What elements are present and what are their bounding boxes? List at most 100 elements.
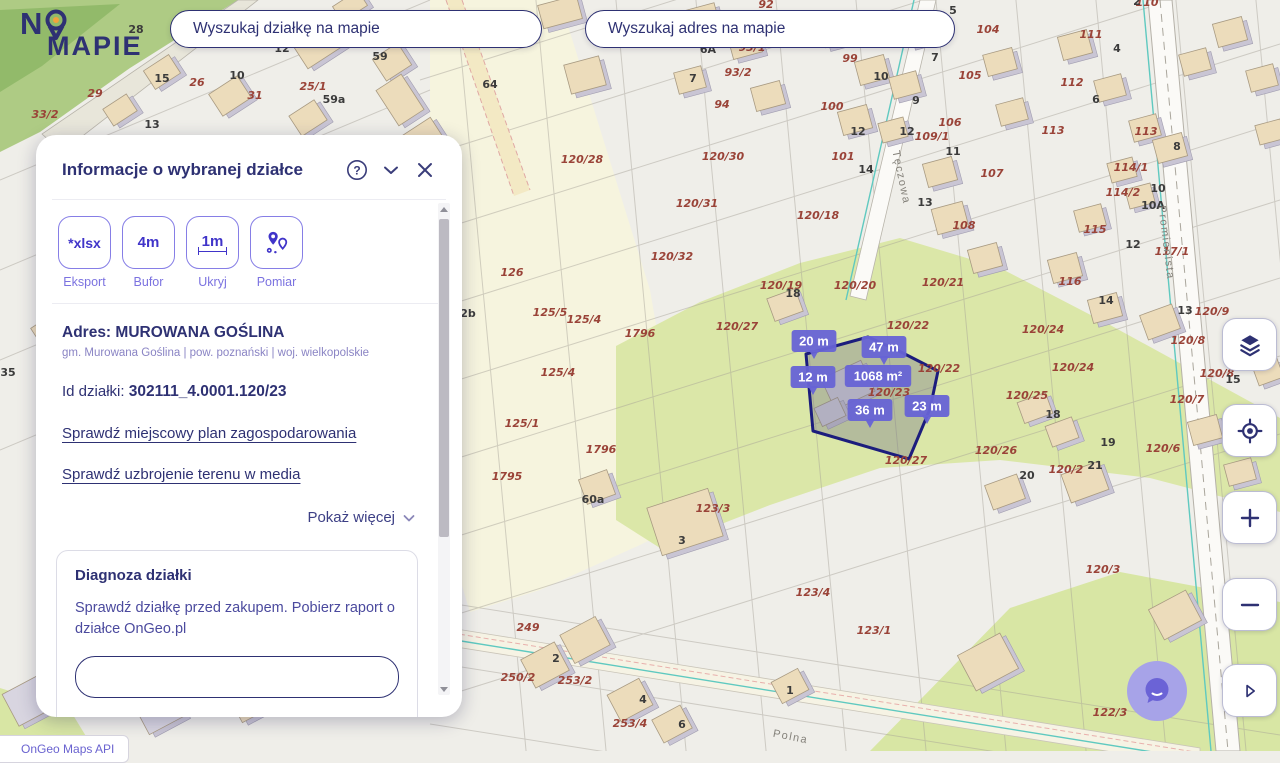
parcel-number-label: 125/4 [541, 366, 576, 379]
parcel-number-label: 249 [517, 621, 540, 634]
collapse-chevron-icon[interactable] [378, 157, 404, 183]
parcel-number-label: 120/32 [651, 250, 694, 263]
parcel-number-label: 1796 [625, 327, 656, 340]
parcel-number-label: 120/28 [561, 153, 604, 166]
house-number-label: 59a [323, 93, 346, 106]
house-number-label: 12 [899, 125, 914, 138]
house-number-label: 4 [1113, 42, 1121, 55]
diagnosis-body: Sprawdź działkę przed zakupem. Pobierz r… [75, 600, 395, 638]
panel-title: Informacje o wybranej działce [62, 160, 303, 179]
house-number-label: 12 [1125, 238, 1140, 251]
chat-widget-button[interactable] [1127, 661, 1187, 721]
play-triangle-icon [1245, 684, 1255, 697]
house-number-label: 13 [917, 196, 932, 209]
zoom-out-button[interactable] [1222, 578, 1277, 631]
house-number-label: 8 [1173, 140, 1181, 153]
zoom-in-button[interactable] [1222, 491, 1277, 544]
house-number-label: 19 [1100, 436, 1115, 449]
parcel-number-label: 120/8 [1171, 334, 1206, 347]
parcel-id-value: 302111_4.0001.120/23 [128, 383, 287, 400]
parcel-number-label: 120/22 [918, 362, 961, 375]
link-utilities[interactable]: Sprawdź uzbrojenie terenu w media [62, 466, 418, 483]
parcel-number-label: 120/30 [702, 150, 745, 163]
parcel-number-label: 26 [189, 76, 205, 89]
house-number-label: 60a [582, 493, 605, 506]
parcel-number-label: 120/18 [797, 209, 840, 222]
locate-icon [1237, 418, 1262, 443]
parcel-number-label: 125/4 [567, 313, 602, 326]
parcel-number-label: 113 [1042, 124, 1065, 137]
house-number-label: 10 [229, 69, 245, 82]
parcel-number-label: 120/26 [975, 444, 1018, 457]
parcel-number-label: 120/27 [885, 454, 928, 467]
parcel-number-label: 120/6 [1146, 442, 1181, 455]
buffer-caption: Bufor [133, 275, 164, 289]
house-number-label: 6 [1092, 93, 1100, 106]
buffer-button[interactable]: 4m [122, 216, 175, 269]
diagnosis-card: Diagnoza działki Sprawdź działkę przed z… [56, 550, 418, 717]
parcel-number-label: 108 [953, 219, 976, 232]
parcel-number-label: 116 [1059, 275, 1082, 288]
parcel-number-label: 120/24 [1022, 323, 1064, 336]
address-label: Adres: [62, 324, 112, 341]
hide-measure-button[interactable]: 1m [186, 216, 239, 269]
diagnosis-title: Diagnoza działki [75, 567, 192, 584]
show-more-label: Pokaż więcej [307, 509, 395, 526]
parcel-number-label: 1796 [586, 443, 617, 456]
parcel-number-label: 31 [247, 89, 262, 102]
layers-button[interactable] [1222, 318, 1277, 371]
chat-bubble-icon [1145, 678, 1169, 703]
parcel-number-label: 1795 [492, 470, 523, 483]
close-icon[interactable] [412, 157, 438, 183]
parcel-number-label: 125/1 [505, 417, 540, 430]
house-number-label: 20 [1019, 469, 1035, 482]
house-number-label: 13 [144, 118, 159, 131]
parcel-number-label: 29 [87, 87, 103, 100]
house-number-label: 14 [858, 163, 874, 176]
house-number-label: 35 [0, 366, 15, 379]
panel-header: Informacje o wybranej działce ? [36, 135, 462, 195]
app-logo[interactable]: N MAPIE [20, 8, 143, 60]
parcel-number-label: 120/3 [1086, 563, 1121, 576]
parcel-number-label: 94 [714, 98, 729, 111]
map-attribution[interactable]: OnGeo Maps API [0, 735, 130, 763]
export-caption: Eksport [63, 275, 106, 289]
parcel-number-label: 112 [1061, 76, 1084, 89]
parcel-id-label: Id działki: [62, 383, 125, 400]
parcel-number-label: 113 [1135, 125, 1158, 138]
parcel-number-label: 250/2 [501, 671, 536, 684]
search-parcel-input[interactable]: Wyszukaj działkę na mapie [170, 10, 542, 48]
chevron-down-icon [403, 514, 415, 521]
house-number-label: 14 [1098, 294, 1114, 307]
logo-text-line2: MAPIE [47, 31, 143, 61]
measure-button[interactable] [250, 216, 303, 269]
parcel-number-label: 105 [959, 69, 982, 82]
hide-caption: Ukryj [198, 275, 227, 289]
export-xlsx-button[interactable]: *xlsx [58, 216, 111, 269]
svg-text:47 m: 47 m [869, 340, 899, 355]
search-address-input[interactable]: Wyszukaj adres na mapie [585, 10, 955, 48]
parcel-number-label: 125/5 [533, 306, 568, 319]
plus-icon [1240, 508, 1259, 527]
help-icon[interactable]: ? [344, 157, 370, 183]
logo-text-line1: N [20, 6, 44, 41]
panel-scrollbar[interactable] [438, 203, 450, 695]
expand-sidebar-button[interactable] [1222, 664, 1277, 717]
show-more-button[interactable]: Pokaż więcej [36, 509, 416, 526]
house-number-label: 4 [639, 693, 647, 706]
download-report-button[interactable] [75, 656, 399, 699]
house-number-label: 2b [460, 307, 476, 320]
scrollbar-thumb[interactable] [439, 219, 449, 537]
link-zoning-plan[interactable]: Sprawdź miejscowy plan zagospodarowania [62, 425, 418, 442]
scroll-up-arrow[interactable] [438, 203, 450, 215]
house-number-label: 21 [1087, 459, 1102, 472]
parcel-number-label: 253/2 [558, 674, 593, 687]
parcel-number-label: 107 [981, 167, 1004, 180]
locate-button[interactable] [1222, 404, 1277, 457]
parcel-number-label: 120/7 [1170, 393, 1205, 406]
parcel-number-label: 33/2 [32, 108, 59, 121]
measurement-tag: 1068 m² [844, 365, 912, 387]
scroll-down-arrow[interactable] [438, 683, 450, 695]
svg-text:1068 m²: 1068 m² [854, 369, 903, 384]
parcel-number-label: 25/1 [300, 80, 327, 93]
